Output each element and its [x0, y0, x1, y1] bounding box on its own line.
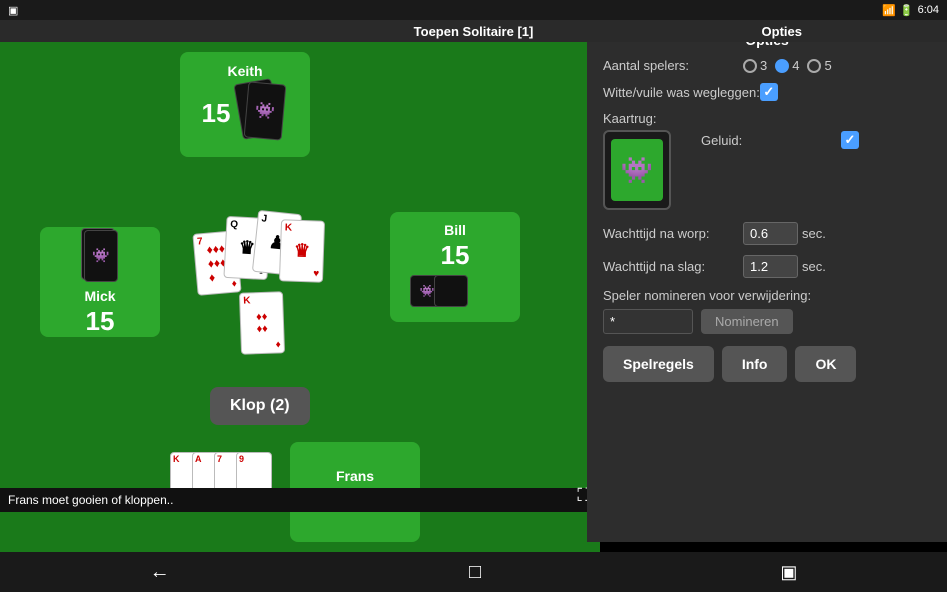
- battery-icon: 🔋: [900, 4, 914, 17]
- wachttijd-worp-label: Wachttijd na worp:: [603, 226, 743, 241]
- aantal-spelers-label: Aantal spelers:: [603, 58, 743, 73]
- ok-button[interactable]: OK: [795, 346, 856, 382]
- player-card-mick: 👾 Mick 15: [40, 227, 160, 337]
- radio-4-label: 4: [792, 58, 799, 73]
- kaartrug-label: Kaartrug:: [603, 111, 671, 126]
- speler-radio-group: 3 4 5: [743, 58, 832, 73]
- player-name-frans: Frans: [336, 468, 374, 484]
- klop-button[interactable]: Klop (2): [210, 387, 310, 425]
- options-panel-title-bar: Opties: [762, 24, 802, 39]
- status-right: 📶 🔋 6:04: [882, 4, 939, 17]
- nomineer-area: Nomineren: [603, 309, 931, 334]
- card-back-preview[interactable]: 👾: [603, 130, 671, 210]
- geluid-checkbox[interactable]: ✓: [841, 131, 859, 149]
- wachttijd-worp-sec: sec.: [802, 226, 826, 241]
- player-card-keith: Keith 15 👾: [180, 52, 310, 157]
- status-message: Frans moet gooien of kloppen..: [8, 493, 173, 507]
- info-button[interactable]: Info: [722, 346, 788, 382]
- radio-4-circle[interactable]: [775, 59, 789, 73]
- radio-3-label: 3: [760, 58, 767, 73]
- geluid-row: Geluid: ✓: [701, 131, 859, 149]
- recent-button[interactable]: ▣: [780, 562, 797, 583]
- kaartrug-area: Kaartrug: 👾 Geluid: ✓: [603, 111, 931, 210]
- geluid-section: Geluid: ✓: [701, 131, 859, 159]
- game-title: Toepen Solitaire [1]: [414, 24, 534, 39]
- title-bar: Toepen Solitaire [1] Opties: [0, 20, 947, 42]
- player-score-keith: 15: [202, 98, 231, 129]
- geluid-label: Geluid:: [701, 133, 841, 148]
- options-panel: Opties Aantal spelers: 3 4 5 Witte/vuile…: [587, 20, 947, 542]
- witte-vuile-label: Witte/vuile was wegleggen:: [603, 85, 760, 100]
- nomineer-label: Speler nomineren voor verwijdering:: [603, 288, 811, 303]
- wachttijd-slag-sec: sec.: [802, 259, 826, 274]
- wachttijd-worp-input[interactable]: [743, 222, 798, 245]
- game-area: Keith 15 👾 👾 Mick 15: [0, 42, 600, 552]
- spelregels-button[interactable]: Spelregels: [603, 346, 714, 382]
- signal-icon: 📶: [882, 4, 896, 17]
- witte-vuile-checkbox[interactable]: ✓: [760, 83, 778, 101]
- radio-option-4[interactable]: 4: [775, 58, 799, 73]
- card-back-monster: 👾: [611, 139, 663, 201]
- player-score-mick: 15: [86, 306, 115, 337]
- center-cards: 7 ♦♦♦♦♦♦♦ ♦ Q ♛ ♠ J ♟ ♣ K ♛ ♥ K ♦♦♦♦ ♦: [195, 212, 375, 372]
- witte-vuile-row: Witte/vuile was wegleggen: ✓: [603, 83, 931, 101]
- wachttijd-slag-label: Wachttijd na slag:: [603, 259, 743, 274]
- bottom-status-bar: Frans moet gooien of kloppen..: [0, 488, 600, 512]
- nomineer-label-row: Speler nomineren voor verwijdering:: [603, 288, 931, 303]
- nomineer-button[interactable]: Nomineren: [701, 309, 793, 334]
- back-button[interactable]: ←: [150, 561, 170, 584]
- clock: 6:04: [918, 4, 939, 16]
- action-buttons: Spelregels Info OK: [603, 346, 931, 382]
- wachttijd-worp-row: Wachttijd na worp: sec.: [603, 222, 931, 245]
- aantal-spelers-row: Aantal spelers: 3 4 5: [603, 58, 931, 73]
- radio-5-circle[interactable]: [807, 59, 821, 73]
- player-card-bill: Bill 15 👾: [390, 212, 520, 322]
- radio-option-5[interactable]: 5: [807, 58, 831, 73]
- player-name-bill: Bill: [444, 222, 466, 238]
- radio-3-circle[interactable]: [743, 59, 757, 73]
- wachttijd-slag-input[interactable]: [743, 255, 798, 278]
- kaartrug-section: Kaartrug: 👾: [603, 111, 671, 210]
- radio-5-label: 5: [824, 58, 831, 73]
- player-name-keith: Keith: [228, 63, 263, 79]
- radio-option-3[interactable]: 3: [743, 58, 767, 73]
- home-button[interactable]: □: [469, 561, 481, 584]
- status-bar: ▣ 📶 🔋 6:04: [0, 0, 947, 20]
- wachttijd-slag-row: Wachttijd na slag: sec.: [603, 255, 931, 278]
- player-name-mick: Mick: [84, 288, 115, 304]
- navigation-bar: ← □ ▣: [0, 552, 947, 592]
- player-score-bill: 15: [441, 240, 470, 271]
- status-left: ▣: [8, 4, 18, 17]
- app-icon: ▣: [8, 4, 18, 17]
- nomineer-input[interactable]: [603, 309, 693, 334]
